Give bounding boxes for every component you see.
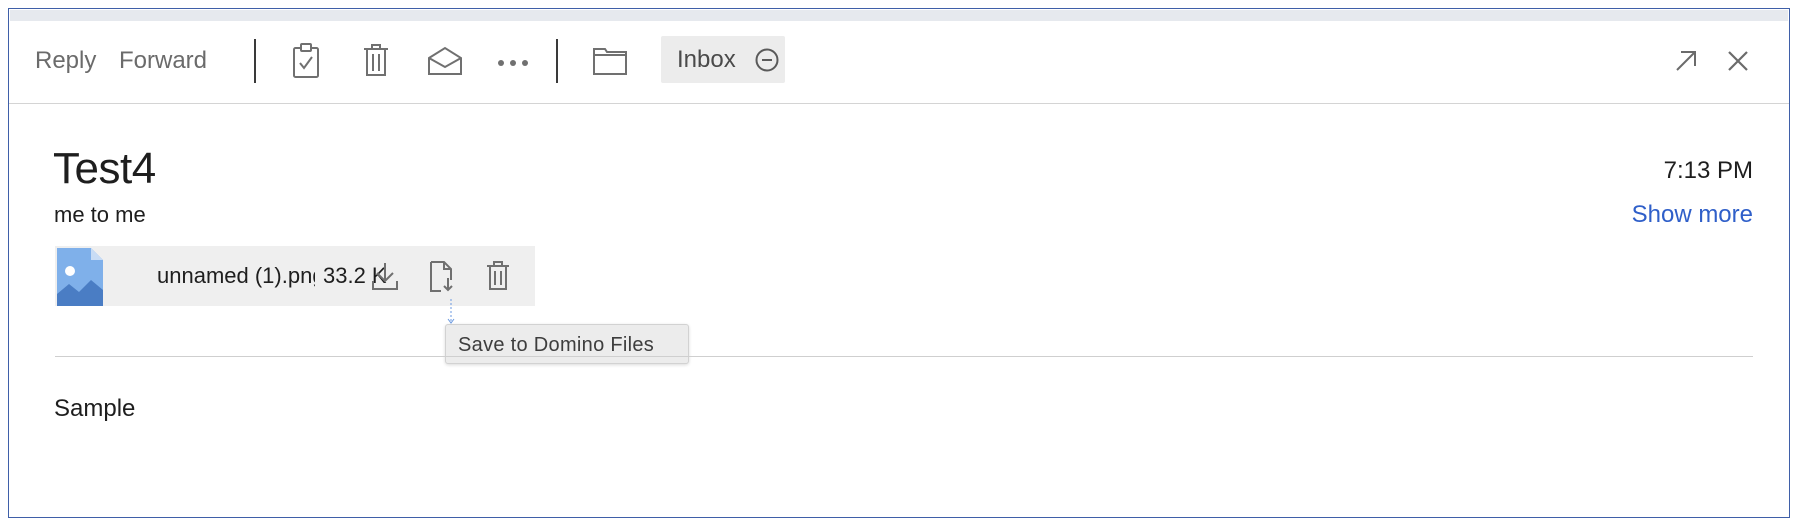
attachment-name: unnamed (1).png (157, 263, 315, 288)
message-window: Reply Forward Inbox Test4 7:13 PM me to … (8, 8, 1790, 518)
image-file-icon (57, 248, 103, 311)
message-body: Sample (54, 395, 136, 422)
more-icon[interactable] (497, 59, 529, 67)
folder-icon[interactable] (593, 47, 627, 75)
toolbar-divider (254, 39, 256, 83)
minus-circle-icon[interactable] (755, 48, 779, 77)
header-divider (55, 356, 1753, 357)
message-subject: Test4 (53, 144, 156, 193)
folder-inbox-button[interactable]: Inbox (661, 36, 785, 83)
toolbar-divider (556, 39, 558, 83)
envelope-open-icon[interactable] (427, 46, 463, 76)
attachment-item[interactable]: unnamed (1).png 33.2 K (55, 246, 535, 306)
tooltip-text: Save to Domino Files (458, 334, 655, 356)
download-icon[interactable] (371, 261, 399, 296)
clipboard-check-icon[interactable] (292, 43, 320, 79)
tooltip-pointer (447, 299, 455, 324)
forward-button[interactable]: Forward (119, 47, 207, 75)
sender-recipient: me to me (54, 202, 146, 227)
show-more-link[interactable]: Show more (1632, 201, 1753, 229)
trash-icon[interactable] (363, 43, 389, 77)
message-time: 7:13 PM (1663, 157, 1753, 184)
close-icon[interactable] (1727, 50, 1749, 72)
message-toolbar: Reply Forward Inbox (9, 21, 1789, 104)
pop-out-icon[interactable] (1674, 49, 1698, 73)
trash-icon[interactable] (486, 261, 510, 296)
tooltip: Save to Domino Files (445, 324, 689, 364)
reply-button[interactable]: Reply (35, 47, 96, 75)
window-top-strip (10, 10, 1788, 21)
save-to-files-icon[interactable] (429, 261, 457, 298)
folder-label: Inbox (677, 46, 736, 73)
